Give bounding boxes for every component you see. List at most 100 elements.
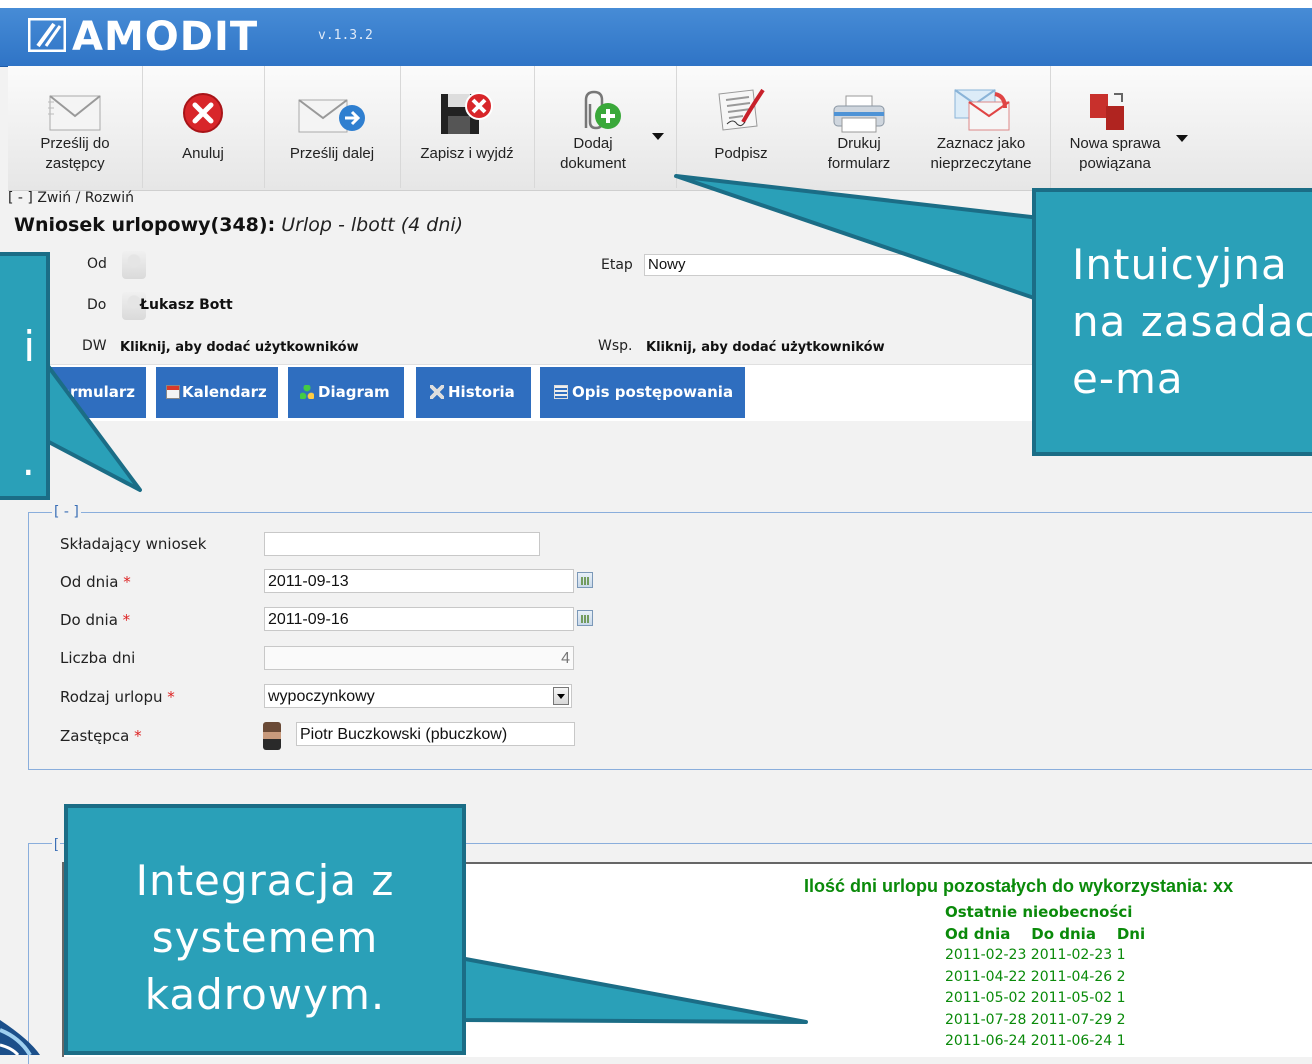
- to-date-label-text: Do dnia: [60, 611, 118, 629]
- diagram-icon: [300, 385, 314, 399]
- required-mark: *: [134, 727, 142, 745]
- callout-left: i .: [0, 252, 50, 500]
- tab-diagram[interactable]: Diagram: [288, 367, 404, 418]
- calendar-icon[interactable]: [577, 610, 593, 626]
- stage-field: Nowy: [644, 254, 1044, 276]
- leave-type-value: wypoczynkowy: [268, 688, 375, 705]
- leave-type-label-text: Rodzaj urlopu: [60, 688, 163, 706]
- forward-label: Prześlij dalej: [289, 145, 375, 162]
- calendar-icon: [166, 385, 180, 399]
- collaborators-add-users-link[interactable]: Kliknij, aby dodać użytkowników: [646, 340, 885, 355]
- form-collapse-toggle[interactable]: [ - ]: [52, 504, 81, 520]
- hourglass-icon: [430, 385, 444, 399]
- case-title-subject: Urlop - lbott (4 dni): [281, 214, 464, 236]
- stage-label: Etap: [601, 257, 633, 273]
- table-row: 2011-04-22 2011-04-26 2: [945, 969, 1126, 985]
- absences-table-header: Od dnia Do dnia Dni: [945, 925, 1146, 943]
- required-mark: *: [123, 573, 131, 591]
- forward-to-substitute-button[interactable]: Prześlij do zastępcy: [8, 66, 143, 188]
- list-icon: [554, 385, 568, 399]
- app-logo: AMODIT: [72, 14, 259, 60]
- avatar: [122, 251, 146, 279]
- new-related-case-button[interactable]: Nowa sprawa powiązana: [1050, 66, 1200, 188]
- table-row: 2011-05-02 2011-05-02 1: [945, 990, 1126, 1006]
- forward-to-substitute-label: Prześlij do zastępcy: [40, 135, 110, 172]
- from-date-label: Od dnia *: [60, 573, 131, 591]
- logo-icon: [28, 18, 66, 52]
- mark-unread-label: Zaznacz jako nieprzeczytane: [930, 135, 1032, 172]
- collaborators-label: Wsp.: [598, 338, 633, 354]
- print-form-button[interactable]: Drukuj formularz: [806, 66, 912, 188]
- remaining-leave-title: Ilość dni urlopu pozostałych do wykorzys…: [804, 876, 1234, 896]
- tab-label: Opis postępowania: [572, 383, 734, 401]
- days-count-field: 4: [264, 646, 574, 670]
- substitute-label: Zastępca *: [60, 727, 142, 745]
- save-and-exit-label: Zapisz i wyjdź: [420, 145, 514, 162]
- envelope-icon: [48, 95, 101, 131]
- new-related-case-label: Nowa sprawa powiązana: [1069, 135, 1161, 172]
- cc-label: DW: [82, 338, 107, 354]
- mark-unread-button[interactable]: Zaznacz jako nieprzeczytane: [912, 66, 1051, 188]
- callout-intuitive: Intuicyjna na zasadac e-ma: [1032, 188, 1312, 456]
- cancel-button[interactable]: Anuluj: [142, 66, 265, 188]
- from-date-field[interactable]: 2011-09-13: [264, 569, 574, 593]
- save-and-exit-button[interactable]: Zapisz i wyjdź: [400, 66, 535, 188]
- tab-label: Historia: [448, 383, 515, 401]
- leave-type-label: Rodzaj urlopu *: [60, 688, 175, 706]
- sign-label: Podpisz: [714, 145, 768, 162]
- form-fieldset: [28, 512, 1312, 770]
- required-mark: *: [167, 688, 175, 706]
- to-label: Do: [87, 297, 107, 313]
- days-count-label: Liczba dni: [60, 649, 136, 667]
- tab-kalendarz[interactable]: Kalendarz: [156, 367, 278, 418]
- substitute-label-text: Zastępca: [60, 727, 130, 745]
- tab-label: Formularz: [50, 383, 136, 401]
- leave-type-select[interactable]: wypoczynkowy: [264, 684, 572, 708]
- calendar-icon[interactable]: [577, 572, 593, 588]
- table-row: 2011-07-28 2011-07-29 2: [945, 1012, 1126, 1028]
- table-row: 2011-06-24 2011-06-24 1: [945, 1033, 1126, 1049]
- from-label: Od: [87, 256, 107, 272]
- save-exit-icon: [441, 92, 493, 134]
- sign-document-icon: [718, 88, 765, 131]
- callout-intuitive-text: Intuicyjna na zasadac e-ma: [1072, 240, 1312, 403]
- chevron-down-icon[interactable]: [553, 687, 569, 705]
- related-case-icon: [1090, 93, 1124, 130]
- tab-historia[interactable]: Historia: [416, 367, 531, 418]
- recent-absences-title: Ostatnie nieobecności: [945, 903, 1133, 921]
- chevron-down-icon[interactable]: [1176, 135, 1188, 142]
- table-row: 2011-02-23 2011-02-23 1: [945, 947, 1126, 963]
- case-title: Wniosek urlopowy(348): Urlop - lbott (4 …: [14, 214, 463, 236]
- decorative-swoosh: [0, 1020, 40, 1055]
- envelope-unread-icon: [954, 89, 1010, 131]
- case-title-main: Wniosek urlopowy(348):: [14, 214, 276, 236]
- toolbar: Prześlij do zastępcy Anuluj Prześlij dal…: [8, 66, 1312, 191]
- collapse-expand-toggle[interactable]: [ - ] Zwiń / Rozwiń: [8, 190, 134, 206]
- add-document-button[interactable]: Dodaj dokument: [534, 66, 677, 188]
- hr-collapse-toggle[interactable]: [: [52, 835, 60, 851]
- tab-label: Kalendarz: [182, 383, 267, 401]
- attachment-add-icon: [584, 90, 621, 130]
- to-user[interactable]: Łukasz Bott: [140, 297, 233, 313]
- required-mark: *: [122, 611, 131, 629]
- sign-button[interactable]: Podpisz: [676, 66, 806, 188]
- printer-icon: [833, 95, 885, 133]
- callout-left-text: i .: [21, 322, 36, 485]
- app-version: v.1.3.2: [318, 28, 373, 43]
- chevron-down-icon[interactable]: [652, 133, 664, 140]
- tab-opis-postepowania[interactable]: Opis postępowania: [540, 367, 745, 418]
- cc-add-users-link[interactable]: Kliknij, aby dodać użytkowników: [120, 340, 359, 355]
- from-date-label-text: Od dnia: [60, 573, 119, 591]
- substitute-field[interactable]: Piotr Buczkowski (pbuczkow): [296, 722, 575, 746]
- avatar: [263, 722, 281, 750]
- tab-label: Diagram: [318, 383, 390, 401]
- to-date-label: Do dnia *: [60, 611, 130, 629]
- print-form-label: Drukuj formularz: [827, 135, 891, 172]
- applicant-field[interactable]: [264, 532, 540, 556]
- window-top-strip: [0, 0, 1312, 8]
- cancel-label: Anuluj: [182, 145, 224, 162]
- to-date-field[interactable]: 2011-09-16: [264, 607, 574, 631]
- forward-button[interactable]: Prześlij dalej: [264, 66, 401, 188]
- callout-hr-integration: Integracja z systemem kadrowym.: [64, 804, 466, 1055]
- envelope-forward-icon: [298, 99, 365, 133]
